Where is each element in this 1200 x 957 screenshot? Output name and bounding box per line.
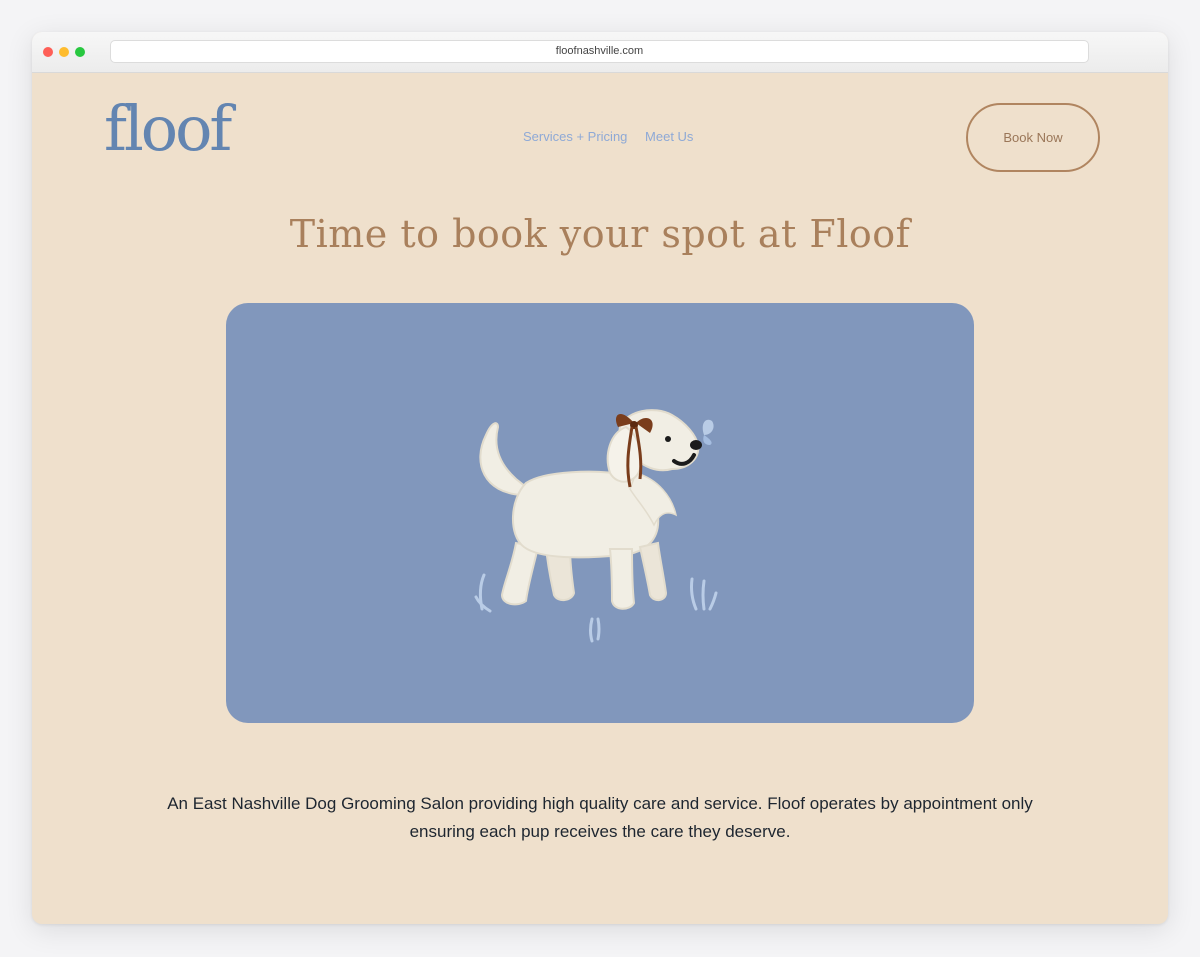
dog-front-leg-2 (638, 541, 668, 601)
dog-eye (665, 436, 671, 442)
dog-with-bow-illustration (474, 409, 718, 643)
close-window-icon[interactable] (43, 47, 53, 57)
butterfly-icon (702, 419, 714, 445)
minimize-window-icon[interactable] (59, 47, 69, 57)
nav-link-services-pricing[interactable]: Services + Pricing (523, 129, 627, 144)
page-headline: Time to book your spot at Floof (289, 212, 911, 256)
hero-image (226, 303, 974, 723)
maximize-window-icon[interactable] (75, 47, 85, 57)
browser-titlebar: floofnashville.com (32, 32, 1168, 73)
nav-link-meet-us[interactable]: Meet Us (645, 129, 693, 144)
salon-description: An East Nashville Dog Grooming Salon pro… (167, 794, 1033, 841)
address-bar[interactable]: floofnashville.com (110, 40, 1089, 63)
main-nav: Services + Pricing Meet Us (523, 129, 693, 144)
dog-front-leg (608, 548, 636, 610)
floof-logo[interactable]: floof (104, 94, 232, 164)
browser-window: floofnashville.com floof Services + Pric… (32, 32, 1168, 924)
book-now-button[interactable]: Book Now (966, 103, 1100, 172)
dog-nose (690, 440, 702, 450)
